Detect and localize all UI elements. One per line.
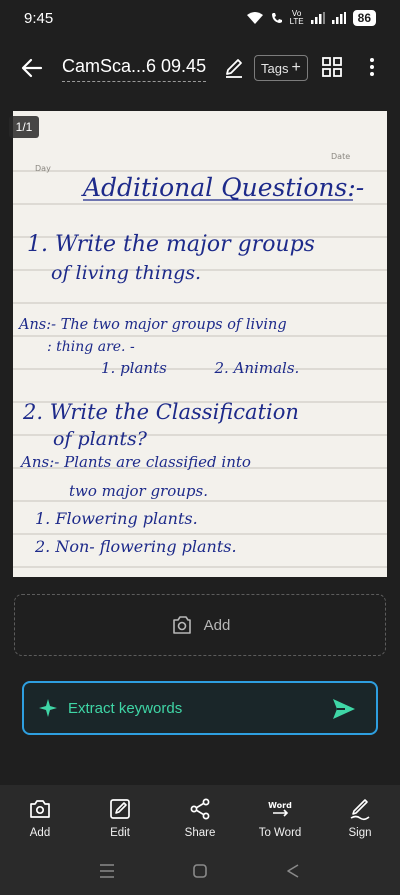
toolbar-share-label: Share (184, 827, 216, 839)
sparkle-icon (39, 699, 57, 717)
page-line-2: 1. Write the major groups (27, 232, 315, 257)
share-icon (190, 798, 210, 820)
document-page[interactable]: Day Date Additional Questions:- 1. Write… (13, 111, 387, 577)
add-page-area[interactable]: Add (14, 594, 386, 656)
signal-icon (310, 12, 325, 24)
more-vertical-icon (370, 58, 374, 76)
document-title[interactable]: CamSca...6 09.45 (62, 56, 207, 82)
toolbar-to-word-label: To Word (258, 827, 302, 839)
menu-lines-icon (99, 864, 114, 878)
back-button[interactable] (18, 54, 46, 82)
pencil-icon (226, 59, 242, 78)
toolbar-sign-label: Sign (348, 827, 372, 839)
add-page-label: Add (203, 616, 231, 634)
add-photo-icon (172, 616, 191, 634)
signature-icon (350, 799, 370, 821)
page-line-7: 2. Write the Classification (22, 400, 299, 424)
page-header-date: Date (331, 152, 350, 161)
word-icon: Word (268, 801, 292, 817)
volte-bottom: LTE (289, 17, 304, 26)
edit-icon (110, 799, 130, 819)
page-line-6: 1. plants 2. Animals. (101, 359, 299, 377)
send-icon (333, 699, 355, 719)
home-square-icon (193, 864, 207, 878)
status-bar: 9:45 Vo LTE 86 (0, 0, 400, 36)
call-icon (271, 12, 283, 24)
toolbar-edit-label: Edit (110, 827, 130, 839)
wifi-icon (246, 11, 264, 25)
status-icons: Vo LTE 86 (246, 10, 376, 26)
rename-button[interactable] (222, 56, 246, 80)
page-line-10: two major groups. (69, 482, 208, 500)
page-counter: 1/1 (9, 116, 39, 138)
toolbar-add-label: Add (29, 827, 51, 839)
grid-icon (322, 57, 342, 77)
send-button[interactable] (330, 695, 358, 723)
notebook-page: Day Date Additional Questions:- 1. Write… (13, 111, 387, 577)
battery-indicator: 86 (352, 10, 376, 26)
plus-icon: + (291, 59, 301, 76)
tags-label: Tags (261, 60, 289, 76)
page-line-5: : thing are. - (47, 339, 135, 355)
status-time: 9:45 (24, 9, 54, 27)
toolbar-sign-button[interactable]: Sign (325, 797, 395, 839)
arrow-left-icon (21, 58, 43, 78)
system-nav-bar (0, 847, 400, 895)
toolbar-edit-button[interactable]: Edit (85, 797, 155, 839)
tags-button[interactable]: Tags + (254, 55, 308, 81)
page-line-4: Ans:- The two major groups of living (17, 317, 287, 333)
signal-icon-2 (331, 12, 346, 24)
page-line-9: Ans:- Plants are classified into (19, 453, 251, 471)
triangle-back-icon (287, 864, 299, 878)
grid-view-button[interactable] (320, 55, 344, 79)
toolbar-share-button[interactable]: Share (165, 797, 235, 839)
more-options-button[interactable] (360, 55, 384, 79)
toolbar-to-word-button[interactable]: Word To Word (245, 797, 315, 839)
app-bar: CamSca...6 09.45 Tags + (0, 44, 400, 92)
add-photo-icon (30, 800, 50, 818)
page-line-1: Additional Questions:- (81, 173, 364, 202)
page-line-12: 2. Non- flowering plants. (34, 537, 237, 556)
page-line-8: of plants? (53, 428, 148, 450)
volte-label: Vo LTE (290, 10, 304, 26)
bottom-toolbar: Add Edit Share Word To Word Sign (0, 785, 400, 847)
recents-button[interactable] (97, 861, 117, 881)
toolbar-add-button[interactable]: Add (5, 797, 75, 839)
back-nav-button[interactable] (283, 861, 303, 881)
page-line-11: 1. Flowering plants. (35, 509, 198, 528)
word-icon-text: Word (268, 801, 292, 810)
extract-keywords-label: Extract keywords (68, 699, 183, 717)
home-button[interactable] (190, 861, 210, 881)
page-header-day: Day (35, 164, 51, 173)
page-line-3: of living things. (51, 262, 201, 284)
extract-keywords-box[interactable]: Extract keywords (22, 681, 378, 735)
